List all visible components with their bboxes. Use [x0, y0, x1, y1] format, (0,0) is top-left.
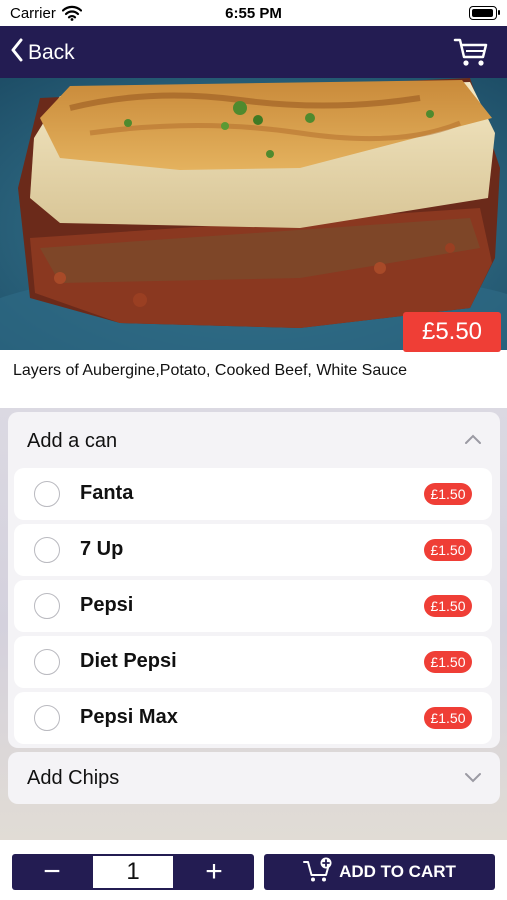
chevron-up-icon[interactable]: [464, 432, 482, 450]
battery-icon: [469, 6, 500, 20]
option-group-title[interactable]: Add Chips: [27, 767, 119, 790]
option-item-pepsi-max[interactable]: Pepsi Max £1.50: [14, 692, 492, 744]
option-item-price: £1.50: [424, 483, 472, 505]
quantity-stepper: − 1 +: [12, 854, 254, 890]
option-item-diet-pepsi[interactable]: Diet Pepsi £1.50: [14, 636, 492, 688]
option-item-price: £1.50: [424, 651, 472, 673]
options-section: Add a can Fanta £1.50 7 Up £1.50 Pepsi £…: [0, 408, 507, 840]
chevron-left-icon: [10, 38, 24, 68]
radio-button[interactable]: [34, 649, 60, 675]
cart-icon[interactable]: [453, 36, 489, 68]
quantity-field[interactable]: 1: [93, 856, 173, 888]
product-price-badge: £5.50: [403, 312, 501, 352]
option-group-add-a-can: Add a can Fanta £1.50 7 Up £1.50 Pepsi £…: [8, 412, 500, 748]
product-description: Layers of Aubergine,Potato, Cooked Beef,…: [13, 362, 408, 379]
radio-button[interactable]: [34, 481, 60, 507]
radio-button[interactable]: [34, 537, 60, 563]
radio-button[interactable]: [34, 593, 60, 619]
cart-plus-icon: [303, 857, 333, 888]
option-item-label: 7 Up: [80, 538, 124, 560]
chevron-down-icon[interactable]: [464, 770, 482, 788]
option-item-label: Pepsi: [80, 594, 134, 616]
option-item-fanta[interactable]: Fanta £1.50: [14, 468, 492, 520]
option-item-label: Diet Pepsi: [80, 650, 177, 672]
back-label: Back: [28, 41, 75, 64]
status-time: 6:55 PM: [225, 5, 282, 22]
bottom-bar: − 1 + ADD TO CART: [0, 840, 507, 900]
increment-button[interactable]: +: [174, 854, 254, 890]
add-to-cart-button[interactable]: ADD TO CART: [264, 854, 495, 890]
option-item-7up[interactable]: 7 Up £1.50: [14, 524, 492, 576]
option-item-label: Pepsi Max: [80, 706, 178, 728]
option-item-price: £1.50: [424, 595, 472, 617]
navigation-bar: Back: [0, 26, 507, 78]
option-group-add-chips[interactable]: Add Chips: [8, 752, 500, 804]
back-button[interactable]: Back: [10, 38, 75, 68]
add-to-cart-label: ADD TO CART: [339, 862, 456, 881]
radio-button[interactable]: [34, 705, 60, 731]
option-item-label: Fanta: [80, 482, 134, 504]
option-item-price: £1.50: [424, 707, 472, 729]
option-item-pepsi[interactable]: Pepsi £1.50: [14, 580, 492, 632]
option-item-price: £1.50: [424, 539, 472, 561]
product-image: [0, 78, 507, 350]
option-group-title[interactable]: Add a can: [27, 430, 117, 453]
status-bar: Carrier 6:55 PM: [0, 0, 507, 26]
decrement-button[interactable]: −: [12, 854, 92, 890]
